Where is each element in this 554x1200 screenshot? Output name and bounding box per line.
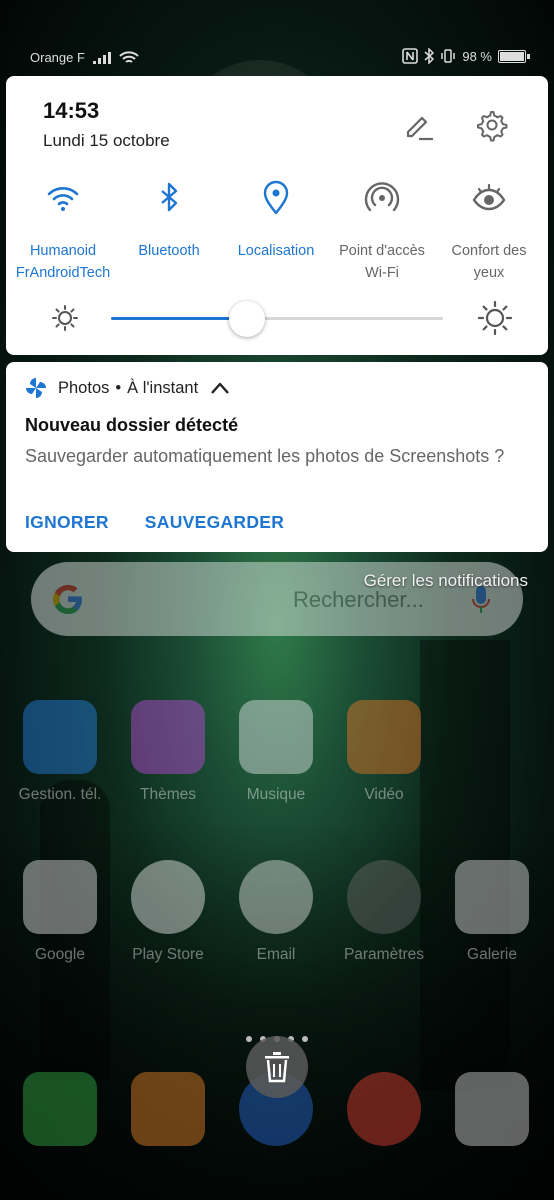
save-button[interactable]: SAUVEGARDER xyxy=(145,512,284,533)
signal-icon xyxy=(92,51,111,64)
tile-eye-comfort[interactable]: Confort des yeux xyxy=(434,180,544,284)
tile-label: Confort des yeux xyxy=(451,243,527,281)
google-g-icon xyxy=(53,585,82,614)
tile-label: Point d'accès Wi-Fi xyxy=(339,243,425,281)
hotspot-icon xyxy=(364,182,400,212)
settings-gear-icon[interactable] xyxy=(474,108,508,142)
eye-icon xyxy=(472,183,506,211)
wifi-icon xyxy=(47,187,79,211)
brightness-knob[interactable] xyxy=(229,301,266,337)
email-icon xyxy=(239,860,313,934)
chrome-icon xyxy=(347,1072,421,1146)
phone-icon xyxy=(23,1072,97,1146)
notification-app-name: Photos xyxy=(58,378,110,397)
app-settings[interactable]: Paramètres xyxy=(334,860,434,964)
photos-pinwheel-icon xyxy=(26,378,46,398)
notification-title: Nouveau dossier détecté xyxy=(25,415,239,435)
video-icon xyxy=(347,700,421,774)
notification-header[interactable]: Photos • À l'instant xyxy=(24,376,230,400)
app-phone-manager[interactable]: Gestion. tél. xyxy=(10,700,110,804)
tile-label: Bluetooth xyxy=(138,243,200,259)
app-label: Musique xyxy=(246,786,306,803)
notification-body: Sauvegarder automatiquement les photos d… xyxy=(25,446,505,466)
gallery-icon xyxy=(455,860,529,934)
battery-icon xyxy=(498,49,530,63)
brightness-low-icon xyxy=(52,305,78,331)
vibrate-icon xyxy=(441,49,456,63)
camera-icon xyxy=(455,1072,529,1146)
app-label: Email xyxy=(256,946,296,963)
edit-pencil-icon[interactable] xyxy=(402,110,434,142)
carrier-name: Orange F xyxy=(30,50,85,65)
brightness-fill xyxy=(111,317,248,320)
nfc-icon xyxy=(402,48,419,64)
bluetooth-icon xyxy=(161,182,178,212)
ignore-button[interactable]: IGNORER xyxy=(25,512,109,533)
manage-notifications-link[interactable]: Gérer les notifications xyxy=(364,571,528,591)
chevron-up-icon[interactable] xyxy=(210,381,230,395)
quick-settings-panel: 14:53 Lundi 15 octobre Humanoid FrAndroid… xyxy=(6,76,548,355)
phone-manager-icon xyxy=(23,700,97,774)
dock-chrome[interactable] xyxy=(334,1072,434,1146)
tile-label: Localisation xyxy=(237,243,315,259)
app-play-store[interactable]: Play Store xyxy=(118,860,218,964)
notification-card[interactable]: Photos • À l'instant Nouveau dossier dét… xyxy=(6,362,548,552)
play-store-icon xyxy=(131,860,205,934)
tile-label: Humanoid FrAndroidTech xyxy=(15,243,111,281)
battery-percent: 98 % xyxy=(462,48,492,64)
app-label: Thèmes xyxy=(140,786,196,803)
app-label: Paramètres xyxy=(343,946,425,963)
app-label: Gestion. tél. xyxy=(18,786,102,803)
settings-app-icon xyxy=(347,860,421,934)
tile-bluetooth[interactable]: Bluetooth xyxy=(114,180,224,262)
bluetooth-status-icon xyxy=(424,48,435,64)
status-bar: Orange F 98 % xyxy=(0,42,554,72)
location-pin-icon xyxy=(263,180,289,215)
app-themes[interactable]: Thèmes xyxy=(118,700,218,804)
brightness-high-icon xyxy=(478,301,512,335)
app-label: Vidéo xyxy=(364,786,404,803)
trash-icon xyxy=(265,1052,289,1083)
app-label: Galerie xyxy=(467,946,517,963)
wifi-status-icon xyxy=(119,50,139,63)
tile-location[interactable]: Localisation xyxy=(221,180,331,262)
google-folder-icon xyxy=(23,860,97,934)
dock-contacts[interactable] xyxy=(118,1072,218,1146)
app-label: Play Store xyxy=(132,946,204,963)
app-label: Google xyxy=(35,946,85,963)
tile-hotspot[interactable]: Point d'accès Wi-Fi xyxy=(327,180,437,284)
dock-phone[interactable] xyxy=(10,1072,110,1146)
app-gallery[interactable]: Galerie xyxy=(442,860,542,964)
dock-camera[interactable] xyxy=(442,1072,542,1146)
music-icon xyxy=(239,700,313,774)
clock-time: 14:53 xyxy=(43,98,100,123)
notification-time: À l'instant xyxy=(127,378,199,397)
app-email[interactable]: Email xyxy=(226,860,326,964)
clear-notifications-button[interactable] xyxy=(246,1036,308,1098)
notification-separator: • xyxy=(115,378,122,397)
tile-wifi[interactable]: Humanoid FrAndroidTech xyxy=(8,180,118,284)
clock-date: Lundi 15 octobre xyxy=(43,131,170,150)
app-music[interactable]: Musique xyxy=(226,700,326,804)
brightness-control xyxy=(46,300,516,340)
contacts-icon xyxy=(131,1072,205,1146)
themes-icon xyxy=(131,700,205,774)
app-google-folder[interactable]: Google xyxy=(10,860,110,964)
notification-actions: IGNORER SAUVEGARDER xyxy=(25,512,284,533)
brightness-slider[interactable] xyxy=(111,301,443,337)
app-video[interactable]: Vidéo xyxy=(334,700,434,804)
